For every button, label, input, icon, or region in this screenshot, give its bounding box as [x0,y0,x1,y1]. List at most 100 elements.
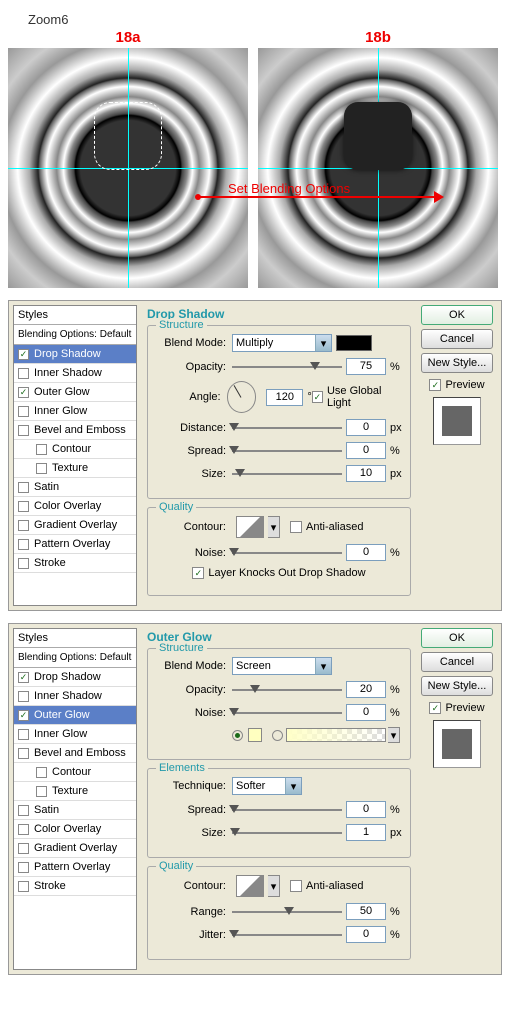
noise-slider[interactable] [232,550,342,556]
size-input[interactable]: 1 [346,824,386,841]
style-item-color-overlay[interactable]: Color Overlay [14,497,136,516]
style-checkbox[interactable] [18,520,29,531]
shadow-color-swatch[interactable] [336,335,372,351]
style-item-drop-shadow[interactable]: ✓Drop Shadow [14,668,136,687]
style-item-inner-glow[interactable]: Inner Glow [14,402,136,421]
range-slider[interactable] [232,909,342,915]
style-item-texture[interactable]: Texture [14,459,136,478]
angle-input[interactable]: 120 [266,389,303,406]
size-input[interactable]: 10 [346,465,386,482]
glow-color-swatch[interactable] [248,728,262,742]
style-item-color-overlay[interactable]: Color Overlay [14,820,136,839]
style-checkbox[interactable] [36,786,47,797]
style-item-contour[interactable]: Contour [14,763,136,782]
style-item-satin[interactable]: Satin [14,801,136,820]
antialiased-checkbox[interactable] [290,521,302,533]
style-checkbox[interactable] [18,539,29,550]
opacity-slider[interactable] [232,364,342,370]
style-item-gradient-overlay[interactable]: Gradient Overlay [14,516,136,535]
style-checkbox[interactable] [18,501,29,512]
distance-slider[interactable] [232,425,342,431]
style-checkbox[interactable] [18,425,29,436]
global-light-checkbox[interactable]: ✓ [312,391,323,403]
gradient-picker[interactable] [286,728,386,742]
noise-input[interactable]: 0 [346,704,386,721]
jitter-slider[interactable] [232,932,342,938]
blend-mode-dropdown[interactable]: Multiply▾ [232,334,332,352]
style-checkbox[interactable] [18,558,29,569]
style-item-stroke[interactable]: Stroke [14,554,136,573]
style-checkbox[interactable] [18,824,29,835]
styles-header[interactable]: Styles [14,629,136,648]
jitter-input[interactable]: 0 [346,926,386,943]
style-item-inner-shadow[interactable]: Inner Shadow [14,364,136,383]
distance-input[interactable]: 0 [346,419,386,436]
style-item-inner-glow[interactable]: Inner Glow [14,725,136,744]
style-checkbox[interactable] [18,805,29,816]
gradient-radio[interactable] [272,730,283,741]
style-item-outer-glow[interactable]: ✓Outer Glow [14,706,136,725]
style-item-drop-shadow[interactable]: ✓Drop Shadow [14,345,136,364]
gradient-dropdown[interactable]: ▾ [388,727,400,743]
style-checkbox[interactable]: ✓ [18,349,29,360]
style-checkbox[interactable] [18,368,29,379]
style-item-inner-shadow[interactable]: Inner Shadow [14,687,136,706]
blending-options-row[interactable]: Blending Options: Default [14,325,136,345]
style-checkbox[interactable] [18,881,29,892]
style-checkbox[interactable]: ✓ [18,710,29,721]
style-checkbox[interactable] [36,463,47,474]
style-item-gradient-overlay[interactable]: Gradient Overlay [14,839,136,858]
spread-slider[interactable] [232,448,342,454]
technique-dropdown[interactable]: Softer▾ [232,777,302,795]
style-item-outer-glow[interactable]: ✓Outer Glow [14,383,136,402]
style-item-stroke[interactable]: Stroke [14,877,136,896]
style-checkbox[interactable] [36,444,47,455]
style-item-texture[interactable]: Texture [14,782,136,801]
preview-checkbox[interactable]: ✓ [429,379,441,391]
opacity-slider[interactable] [232,687,342,693]
style-checkbox[interactable]: ✓ [18,387,29,398]
antialiased-checkbox[interactable] [290,880,302,892]
style-checkbox[interactable] [18,843,29,854]
new-style-button[interactable]: New Style... [421,676,493,696]
cancel-button[interactable]: Cancel [421,329,493,349]
contour-picker[interactable] [236,516,264,538]
noise-slider[interactable] [232,710,342,716]
spread-input[interactable]: 0 [346,442,386,459]
style-item-satin[interactable]: Satin [14,478,136,497]
range-input[interactable]: 50 [346,903,386,920]
style-checkbox[interactable] [18,406,29,417]
contour-dropdown[interactable]: ▾ [268,516,280,538]
style-checkbox[interactable] [18,729,29,740]
opacity-input[interactable]: 75 [346,358,386,375]
style-checkbox[interactable] [36,767,47,778]
preview-checkbox[interactable]: ✓ [429,702,441,714]
style-item-pattern-overlay[interactable]: Pattern Overlay [14,535,136,554]
spread-slider[interactable] [232,807,342,813]
blending-options-row[interactable]: Blending Options: Default [14,648,136,668]
new-style-button[interactable]: New Style... [421,353,493,373]
contour-picker[interactable] [236,875,264,897]
style-checkbox[interactable] [18,482,29,493]
style-item-bevel-and-emboss[interactable]: Bevel and Emboss [14,421,136,440]
cancel-button[interactable]: Cancel [421,652,493,672]
opacity-input[interactable]: 20 [346,681,386,698]
style-item-pattern-overlay[interactable]: Pattern Overlay [14,858,136,877]
style-checkbox[interactable]: ✓ [18,672,29,683]
style-checkbox[interactable] [18,862,29,873]
style-item-contour[interactable]: Contour [14,440,136,459]
contour-dropdown[interactable]: ▾ [268,875,280,897]
style-checkbox[interactable] [18,691,29,702]
knockout-checkbox[interactable]: ✓ [192,567,204,579]
size-slider[interactable] [232,830,342,836]
styles-header[interactable]: Styles [14,306,136,325]
size-slider[interactable] [232,471,342,477]
spread-input[interactable]: 0 [346,801,386,818]
ok-button[interactable]: OK [421,628,493,648]
color-radio[interactable] [232,730,243,741]
style-checkbox[interactable] [18,748,29,759]
angle-dial[interactable] [227,381,257,413]
style-item-bevel-and-emboss[interactable]: Bevel and Emboss [14,744,136,763]
ok-button[interactable]: OK [421,305,493,325]
noise-input[interactable]: 0 [346,544,386,561]
